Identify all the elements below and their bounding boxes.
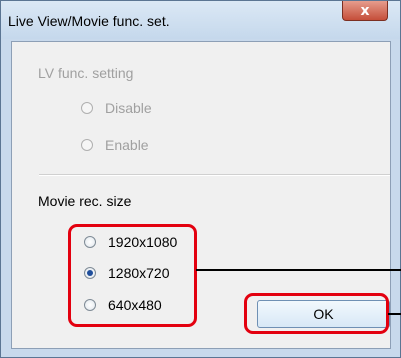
close-icon: x [360, 2, 370, 19]
lv-enable-option: Enable [81, 137, 149, 153]
lv-func-setting-label: LV func. setting [38, 65, 134, 81]
lv-disable-option: Disable [81, 100, 152, 116]
lv-disable-label: Disable [105, 100, 152, 116]
window-title: Live View/Movie func. set. [8, 13, 170, 29]
title-bar[interactable]: Live View/Movie func. set. x [1, 1, 400, 39]
lv-disable-radio [81, 102, 93, 114]
ok-callout-line [388, 313, 401, 315]
movie-size-highlight [68, 224, 197, 327]
movie-size-callout-line [196, 269, 401, 271]
ok-button-highlight [244, 293, 389, 334]
lv-enable-label: Enable [105, 137, 149, 153]
group-separator [39, 174, 390, 176]
close-button[interactable]: x [342, 1, 388, 21]
lv-enable-radio [81, 139, 93, 151]
movie-rec-size-label: Movie rec. size [38, 193, 132, 209]
